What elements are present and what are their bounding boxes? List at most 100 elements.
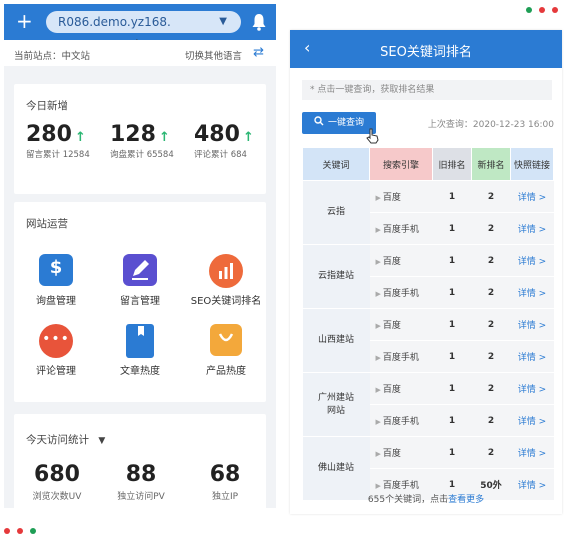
search-icon	[314, 116, 324, 126]
domain-text: R086.demo.yz168.	[58, 15, 171, 29]
chevron-down-icon: ▼	[98, 436, 106, 446]
stat-sub: 独立IP	[211, 492, 239, 502]
bell-icon[interactable]	[252, 13, 266, 31]
new-rank-cell: 2	[471, 436, 511, 469]
triangle-icon: ▶	[375, 450, 381, 458]
stat-comments[interactable]: 480 ↑ 评论累计 684	[194, 122, 254, 160]
table-row: 山西建站 ▶ 百度 1 2 详情 >	[302, 308, 554, 373]
up-arrow-icon: ↑	[74, 130, 86, 145]
engine-cell: ▶ 百度	[369, 180, 433, 213]
snapshot-link[interactable]: 详情 >	[510, 372, 554, 405]
domain-selector[interactable]: R086.demo.yz168. ▼	[46, 11, 241, 33]
book-icon	[126, 324, 154, 358]
engine-name: 百度手机	[382, 481, 419, 491]
engine-cell: ▶ 百度	[369, 372, 433, 405]
new-rank-cell: 2	[471, 212, 511, 245]
keyword-count-text: 655个关键词，点击	[367, 495, 449, 505]
tile-seo-ranking[interactable]: SEO关键词排名	[186, 254, 266, 307]
tile-message-management[interactable]: 留言管理	[100, 254, 180, 307]
bag-icon	[210, 324, 242, 356]
edit-icon	[123, 254, 157, 286]
snapshot-link[interactable]: 详情 >	[510, 436, 554, 469]
engine-name: 百度手机	[382, 225, 419, 235]
engine-name: 百度	[382, 321, 401, 331]
site-bar: 当前站点：中文站 切换其他语言 ⇄	[4, 40, 276, 66]
tile-comment-management[interactable]: ••• 评论管理	[16, 324, 96, 377]
switch-language-link[interactable]: 切换其他语言	[185, 48, 242, 62]
add-icon[interactable]: +	[16, 9, 33, 33]
seo-ranking-screen: ‹ SEO关键词排名 * 点击一键查询，获取排名结果 一键查询 上次查询：202…	[290, 30, 562, 514]
keyword-cell: 云指建站	[302, 244, 370, 309]
tile-product-popularity[interactable]: 产品热度	[186, 324, 266, 377]
keyword-ranking-table: 关键词 搜索引擎 旧排名 新排名 快照链接 云指 ▶ 百度 1 2 详情 > ▶ 百度手机 1 2…	[302, 147, 554, 501]
header-bar: ‹ SEO关键词排名	[290, 30, 562, 68]
new-rank-cell: 2	[471, 276, 511, 309]
tile-inquiry-management[interactable]: $ 询盘管理	[16, 254, 96, 307]
decorative-dots-bottom	[4, 528, 36, 534]
triangle-icon: ▶	[375, 482, 381, 490]
tile-label: 留言管理	[120, 296, 160, 307]
stat-inquiries[interactable]: 128 ↑ 询盘累计 65584	[110, 122, 174, 160]
engine-name: 百度	[382, 193, 401, 203]
swap-icon[interactable]: ⇄	[253, 45, 264, 60]
snapshot-link[interactable]: 详情 >	[510, 212, 554, 245]
snapshot-link[interactable]: 详情 >	[510, 404, 554, 437]
view-more-link[interactable]: 查看更多	[448, 495, 484, 505]
snapshot-link[interactable]: 详情 >	[510, 276, 554, 309]
new-rank-cell: 2	[471, 372, 511, 405]
new-rank-cell: 2	[471, 180, 511, 213]
new-rank-cell: 2	[471, 244, 511, 277]
engine-name: 百度手机	[382, 353, 419, 363]
dashboard-screen: + R086.demo.yz168. ▼ 当前站点：中文站 切换其他语言 ⇄ 今…	[4, 4, 276, 508]
stat-pv: 88 独立访问PV	[106, 462, 176, 502]
stat-sub: 独立访问PV	[117, 492, 165, 502]
page-title: SEO关键词排名	[380, 45, 472, 60]
visit-stats-card: 今天访问统计 ▼ 680 浏览次数UV 88 独立访问PV 68 独立IP	[14, 414, 266, 508]
card-title[interactable]: 今天访问统计 ▼	[26, 432, 105, 447]
snapshot-link[interactable]: 详情 >	[510, 308, 554, 341]
engine-name: 百度	[382, 257, 401, 267]
bar-chart-icon	[209, 254, 243, 288]
table-row: 云指建站 ▶ 百度 1 2 详情 >	[302, 244, 554, 309]
old-rank-cell: 1	[432, 340, 472, 373]
stat-uv: 680 浏览次数UV	[22, 462, 92, 502]
tile-article-popularity[interactable]: 文章热度	[100, 324, 180, 377]
stat-number: 88	[125, 462, 157, 487]
engine-name: 百度	[382, 385, 401, 395]
engine-cell: ▶ 百度手机	[369, 340, 433, 373]
col-snapshot: 快照链接	[510, 147, 554, 181]
new-rank-cell: 2	[471, 404, 511, 437]
engine-cell: ▶ 百度	[369, 244, 433, 277]
one-click-query-button[interactable]: 一键查询	[302, 112, 376, 134]
engine-cell: ▶ 百度	[369, 308, 433, 341]
stat-ip: 68 独立IP	[190, 462, 260, 502]
engine-name: 百度手机	[382, 417, 419, 427]
col-old-rank: 旧排名	[432, 147, 472, 181]
chat-icon: •••	[39, 324, 73, 358]
chevron-down-icon: ▼	[219, 16, 227, 27]
site-operations-card: 网站运营 $ 询盘管理 留言管理 SEO关键词排名 ••• 评论管理 文章热度 …	[14, 202, 266, 402]
up-arrow-icon: ↑	[158, 130, 170, 145]
snapshot-link[interactable]: 详情 >	[510, 340, 554, 373]
triangle-icon: ▶	[375, 226, 381, 234]
new-rank-cell: 2	[471, 308, 511, 341]
old-rank-cell: 1	[432, 276, 472, 309]
col-new-rank: 新排名	[471, 147, 511, 181]
stat-messages[interactable]: 280 ↑ 留言累计 12584	[26, 122, 90, 160]
triangle-icon: ▶	[375, 194, 381, 202]
snapshot-link[interactable]: 详情 >	[510, 244, 554, 277]
card-title: 网站运营	[26, 218, 68, 230]
stat-number: 280	[26, 122, 72, 147]
triangle-icon: ▶	[375, 418, 381, 426]
stat-number: 68	[209, 462, 241, 487]
keyword-cell: 佛山建站	[302, 436, 370, 501]
snapshot-link[interactable]: 详情 >	[510, 180, 554, 213]
last-query-time: 上次查询：2020-12-23 16:00	[427, 120, 554, 130]
triangle-icon: ▶	[375, 354, 381, 362]
new-rank-cell: 2	[471, 340, 511, 373]
triangle-icon: ▶	[375, 290, 381, 298]
engine-cell: ▶ 百度	[369, 436, 433, 469]
col-engine: 搜索引擎	[369, 147, 433, 181]
hand-cursor-icon	[366, 128, 379, 144]
stat-sub: 评论累计 684	[194, 150, 247, 160]
